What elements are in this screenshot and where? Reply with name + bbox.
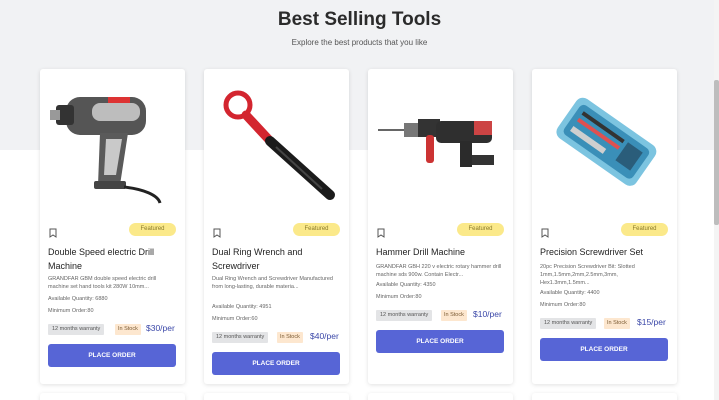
featured-badge: Featured <box>457 223 504 236</box>
product-description: GRANDFAR GBM double speed electric drill… <box>48 276 157 290</box>
product-price: $40/per <box>310 331 339 341</box>
hammer-drill-image[interactable] <box>368 69 513 214</box>
product-price: $10/per <box>473 309 502 319</box>
page-subtitle: Explore the best products that you like <box>291 38 428 47</box>
badge-row: 12 months warranty In Stock $15/per <box>540 317 675 329</box>
product-card-next-row <box>368 393 513 400</box>
product-card: Featured Double Speed electric Drill Mac… <box>40 69 185 384</box>
product-price: $30/per <box>146 323 175 333</box>
product-card: Featured Precision Screwdriver Set 20pc … <box>532 69 677 384</box>
product-title[interactable]: Hammer Drill Machine <box>376 245 506 259</box>
screwdriver-set-image[interactable] <box>532 69 677 214</box>
product-card-next-row <box>40 393 185 400</box>
product-title[interactable]: Dual Ring Wrench and Screwdriver <box>212 245 342 273</box>
product-card: Featured Hammer Drill Machine GRANDFAR G… <box>368 69 513 384</box>
warranty-badge: 12 months warranty <box>540 318 597 329</box>
featured-badge: Featured <box>129 223 176 236</box>
wrench-image[interactable] <box>204 69 349 214</box>
product-title[interactable]: Double Speed electric Drill Machine <box>48 245 178 273</box>
badge-row: 12 months warranty In Stock $30/per <box>48 323 183 335</box>
place-order-button[interactable]: PLACE ORDER <box>212 352 340 375</box>
product-title[interactable]: Precision Screwdriver Set <box>540 245 670 259</box>
featured-badge: Featured <box>293 223 340 236</box>
drill-image[interactable] <box>40 69 185 214</box>
product-price: $15/per <box>637 317 666 327</box>
bookmark-icon[interactable] <box>49 225 57 238</box>
minimum-order: Minimum Order:80 <box>376 294 422 300</box>
warranty-badge: 12 months warranty <box>212 332 269 343</box>
minimum-order: Minimum Order:60 <box>212 316 258 322</box>
minimum-order: Minimum Order:80 <box>48 308 94 314</box>
product-description: Dual Ring Wrench and Screwdriver Manufac… <box>212 276 333 290</box>
badge-row: 12 months warranty In Stock $40/per <box>212 331 347 343</box>
stock-badge: In Stock <box>604 318 630 329</box>
bookmark-icon[interactable] <box>541 225 549 238</box>
product-description: GRANDFAR GBH 220 v electric rotary hamme… <box>376 264 502 278</box>
product-card-next-row <box>532 393 677 400</box>
available-quantity: Available Quantity: 4400 <box>540 290 600 296</box>
page-title: Best Selling Tools <box>277 9 442 30</box>
product-card-next-row <box>204 393 349 400</box>
product-card: Featured Dual Ring Wrench and Screwdrive… <box>204 69 349 384</box>
available-quantity: Available Quantity: 6880 <box>48 296 108 302</box>
available-quantity: Available Quantity: 4350 <box>376 282 436 288</box>
bookmark-icon[interactable] <box>377 225 385 238</box>
minimum-order: Minimum Order:80 <box>540 302 586 308</box>
place-order-button[interactable]: PLACE ORDER <box>540 338 668 361</box>
warranty-badge: 12 months warranty <box>48 324 105 335</box>
featured-badge: Featured <box>621 223 668 236</box>
scrollbar-thumb[interactable] <box>714 80 719 225</box>
product-description: 20pc Precision Screwdriver Bit: Slotted … <box>540 264 635 286</box>
stock-badge: In Stock <box>277 332 303 343</box>
bookmark-icon[interactable] <box>213 225 221 238</box>
stock-badge: In Stock <box>115 324 141 335</box>
badge-row: 12 months warranty In Stock $10/per <box>376 309 511 321</box>
place-order-button[interactable]: PLACE ORDER <box>48 344 176 367</box>
place-order-button[interactable]: PLACE ORDER <box>376 330 504 353</box>
stock-badge: In Stock <box>441 310 467 321</box>
available-quantity: Available Quantity: 4951 <box>212 304 272 310</box>
warranty-badge: 12 months warranty <box>376 310 433 321</box>
